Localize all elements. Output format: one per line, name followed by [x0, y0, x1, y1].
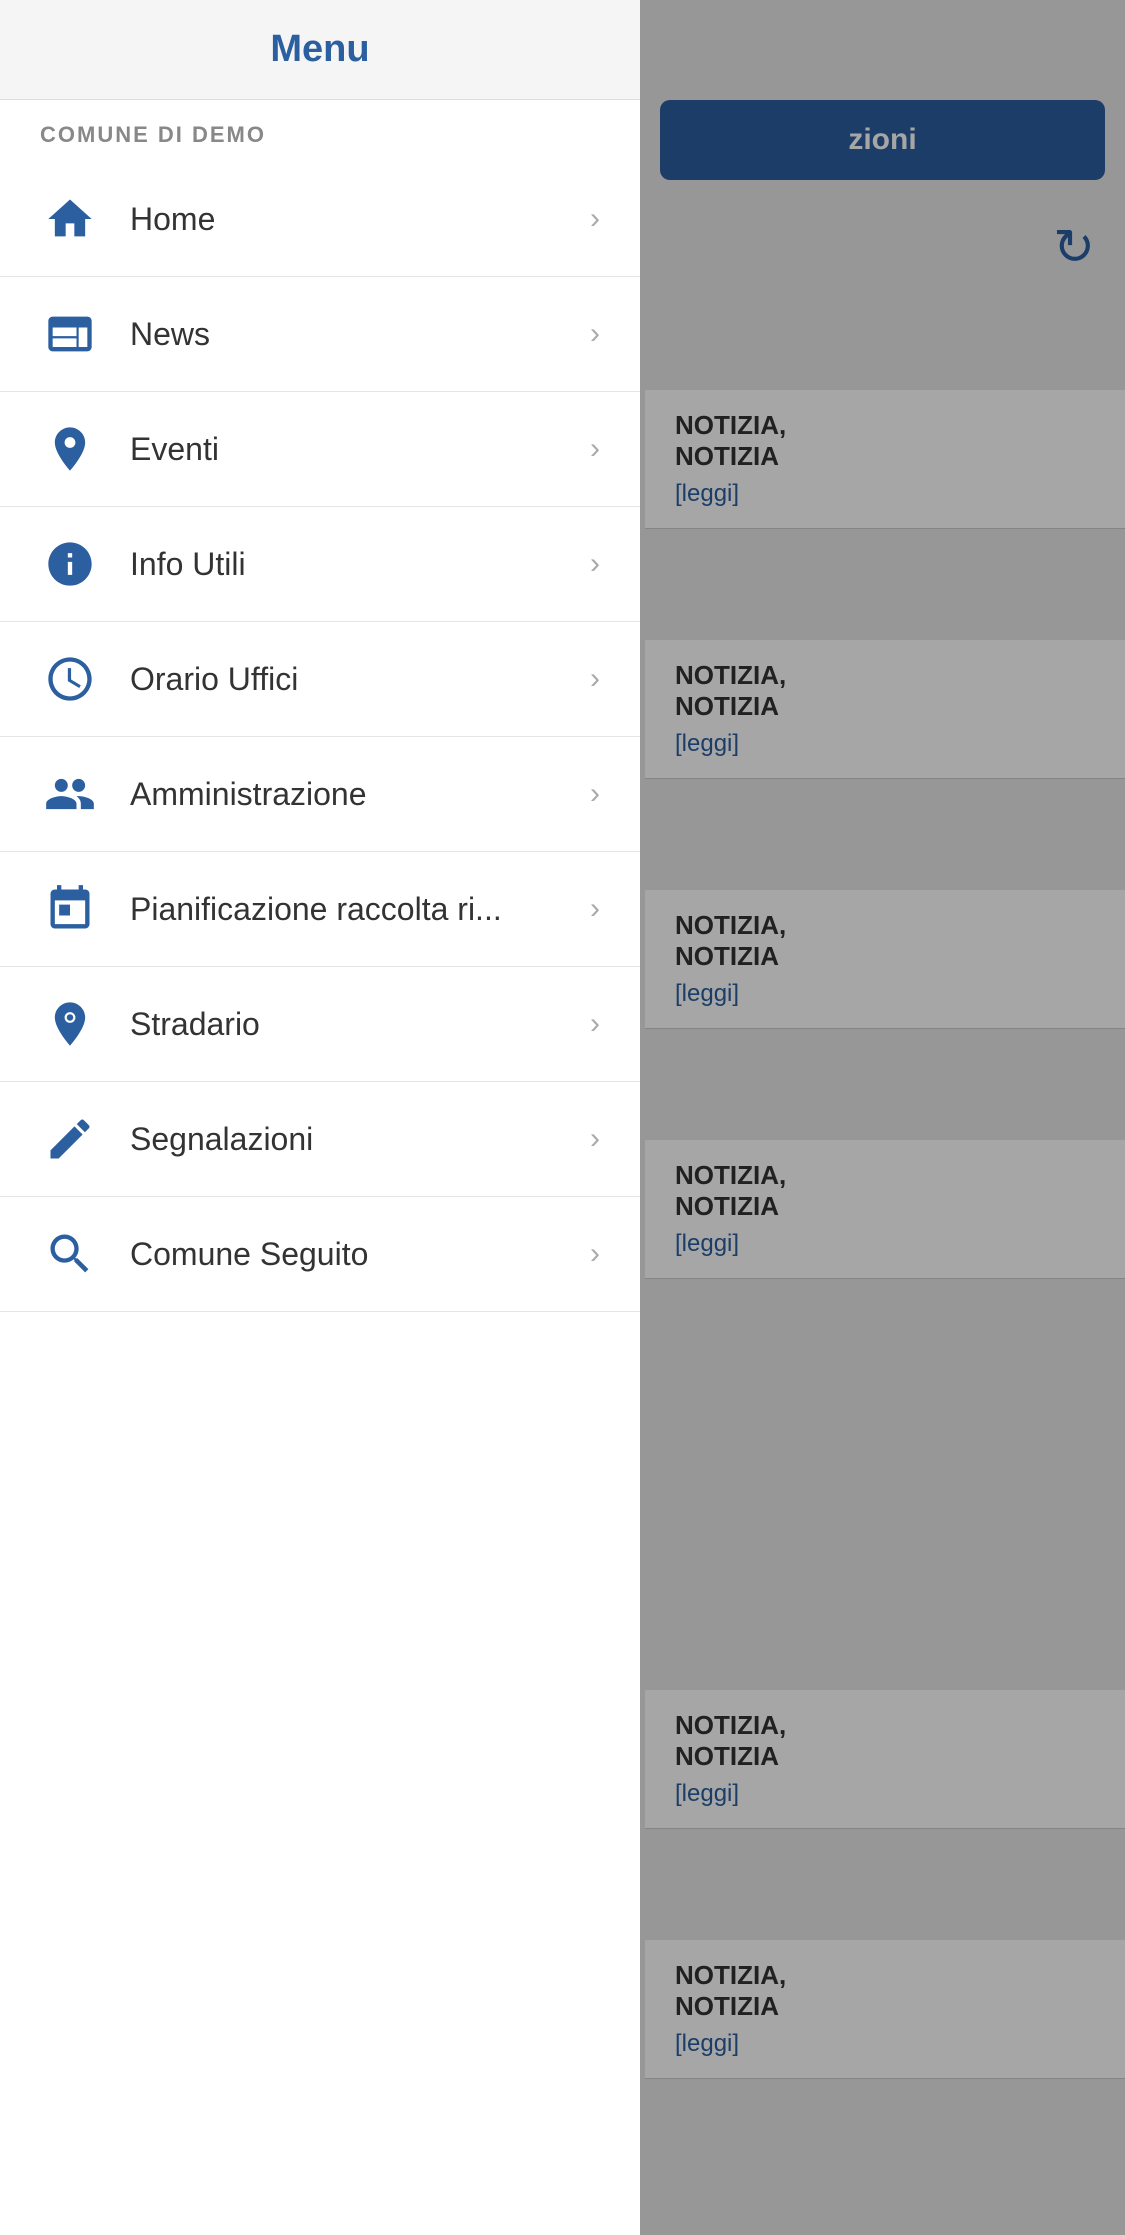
news-icon: [40, 308, 100, 360]
stradario-icon: [40, 998, 100, 1050]
chevron-comune-seguito: ›: [590, 1237, 600, 1271]
menu-item-amministrazione[interactable]: Amministrazione ›: [0, 737, 640, 852]
menu-panel: Menu COMUNE DI DEMO Home › News ›: [0, 0, 640, 2235]
comune-seguito-icon: [40, 1228, 100, 1280]
menu-label-eventi: Eventi: [130, 431, 590, 468]
chevron-news: ›: [590, 317, 600, 351]
eventi-icon: [40, 423, 100, 475]
amministrazione-icon: [40, 768, 100, 820]
menu-label-comune-seguito: Comune Seguito: [130, 1236, 590, 1273]
menu-item-segnalazioni[interactable]: Segnalazioni ›: [0, 1082, 640, 1197]
menu-label-pianificazione: Pianificazione raccolta ri...: [130, 891, 590, 928]
chevron-home: ›: [590, 202, 600, 236]
menu-item-comune-seguito[interactable]: Comune Seguito ›: [0, 1197, 640, 1312]
menu-label-orario-uffici: Orario Uffici: [130, 661, 590, 698]
menu-label-segnalazioni: Segnalazioni: [130, 1121, 590, 1158]
menu-item-news[interactable]: News ›: [0, 277, 640, 392]
chevron-orario-uffici: ›: [590, 662, 600, 696]
home-icon: [40, 193, 100, 245]
menu-label-news: News: [130, 316, 590, 353]
section-label: COMUNE DI DEMO: [0, 100, 640, 162]
chevron-segnalazioni: ›: [590, 1122, 600, 1156]
menu-item-stradario[interactable]: Stradario ›: [0, 967, 640, 1082]
menu-item-info-utili[interactable]: Info Utili ›: [0, 507, 640, 622]
chevron-stradario: ›: [590, 1007, 600, 1041]
menu-label-home: Home: [130, 201, 590, 238]
clock-icon: [40, 653, 100, 705]
menu-item-home[interactable]: Home ›: [0, 162, 640, 277]
info-icon: [40, 538, 100, 590]
menu-label-info-utili: Info Utili: [130, 546, 590, 583]
menu-header: Menu: [0, 0, 640, 100]
segnalazioni-icon: [40, 1113, 100, 1165]
menu-item-pianificazione[interactable]: Pianificazione raccolta ri... ›: [0, 852, 640, 967]
chevron-eventi: ›: [590, 432, 600, 466]
menu-item-eventi[interactable]: Eventi ›: [0, 392, 640, 507]
chevron-info-utili: ›: [590, 547, 600, 581]
menu-item-orario-uffici[interactable]: Orario Uffici ›: [0, 622, 640, 737]
menu-items-container: COMUNE DI DEMO Home › News ›: [0, 100, 640, 2235]
menu-label-stradario: Stradario: [130, 1006, 590, 1043]
menu-title: Menu: [270, 28, 369, 71]
menu-label-amministrazione: Amministrazione: [130, 776, 590, 813]
chevron-pianificazione: ›: [590, 892, 600, 926]
pianificazione-icon: [40, 883, 100, 935]
chevron-amministrazione: ›: [590, 777, 600, 811]
